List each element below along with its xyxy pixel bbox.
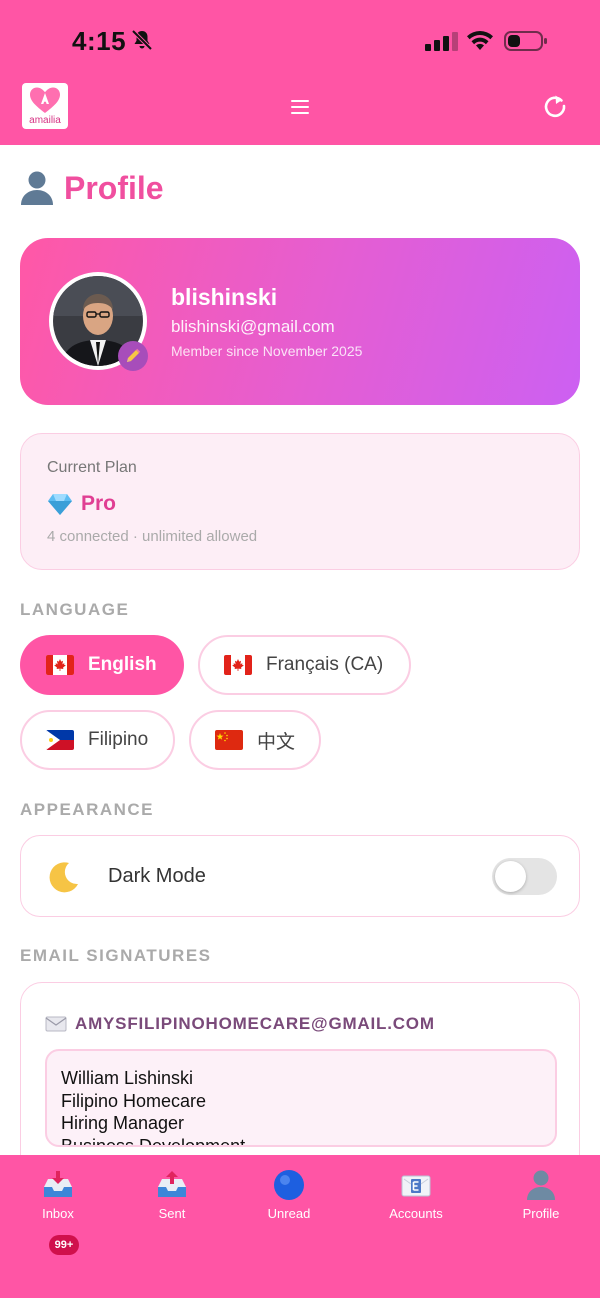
tab-label-unread: Unread (267, 1206, 311, 1221)
philippines-flag-icon (46, 730, 74, 750)
signature-line: Hiring Manager (61, 1113, 185, 1133)
language-label-french-ca: Français (CA) (266, 654, 384, 675)
signature-line: Business Development (61, 1135, 246, 1147)
inbox-tray-icon (44, 1171, 72, 1197)
language-option-chinese[interactable]: 中文 (189, 710, 321, 770)
member-since: Member since November 2025 (171, 343, 363, 359)
profile-username: blishinski (171, 284, 278, 310)
tab-label-accounts: Accounts (389, 1206, 443, 1221)
dark-mode-toggle[interactable] (492, 858, 557, 895)
appearance-heading: APPEARANCE (20, 800, 155, 819)
app-logo[interactable]: amailia (22, 83, 68, 129)
edit-avatar-button[interactable] (118, 341, 148, 371)
dark-mode-row: Dark Mode (20, 835, 580, 917)
canada-flag-icon (224, 655, 252, 675)
signature-account-email: AMYSFILIPINOHOMECARE@GMAIL.COM (75, 1014, 435, 1033)
page-title: Profile (20, 168, 164, 208)
tab-accounts[interactable]: Accounts (361, 1169, 471, 1221)
plan-label: Current Plan (47, 459, 137, 476)
canada-flag-icon (46, 655, 74, 675)
china-flag-icon (215, 730, 243, 750)
crescent-moon-icon (49, 862, 78, 893)
tab-label-inbox: Inbox (42, 1206, 74, 1221)
signature-card: AMYSFILIPINOHOMECARE@GMAIL.COM William L… (20, 982, 580, 1182)
person-silhouette-icon (527, 1170, 555, 1200)
language-heading: LANGUAGE (20, 600, 130, 619)
plan-usage: 4 connected · unlimited allowed (47, 528, 258, 545)
cellular-signal-icon (425, 32, 458, 51)
language-option-french-ca[interactable]: Français (CA) (198, 635, 411, 695)
refresh-icon[interactable] (541, 92, 569, 120)
language-label-chinese: 中文 (257, 731, 296, 753)
tab-sent[interactable]: Sent (117, 1169, 227, 1221)
signature-textarea[interactable]: William Lishinski Filipino Homecare Hiri… (45, 1049, 557, 1147)
signature-line: Filipino Homecare (61, 1090, 207, 1111)
tab-label-sent: Sent (158, 1206, 186, 1221)
gem-icon (48, 494, 72, 515)
language-option-english[interactable]: English (20, 635, 184, 695)
language-label-english: English (88, 654, 157, 675)
email-signatures-heading: EMAIL SIGNATURES (20, 946, 212, 965)
person-silhouette-icon (21, 171, 53, 205)
logo-wordmark: amailia (29, 115, 61, 126)
page-title-text: Profile (64, 169, 164, 206)
inbox-unread-badge: 99+ (49, 1235, 79, 1255)
dark-mode-label: Dark Mode (108, 865, 206, 887)
outbox-tray-icon (158, 1171, 186, 1197)
current-plan-card[interactable]: Current Plan Pro 4 connected · unlimited… (20, 433, 580, 570)
tab-profile[interactable]: Profile (486, 1169, 596, 1221)
email-card-icon (401, 1175, 431, 1197)
blue-circle-icon (274, 1170, 304, 1200)
profile-card: blishinski blishinski@gmail.com Member s… (20, 238, 580, 405)
hamburger-menu-button[interactable] (286, 96, 314, 122)
silent-mode-icon (131, 29, 153, 51)
tab-inbox[interactable]: Inbox 99+ (3, 1169, 113, 1255)
pencil-icon (127, 348, 141, 362)
status-bar: 4:15 (0, 0, 600, 80)
app-header: amailia (0, 80, 600, 145)
toggle-knob (495, 861, 526, 892)
tab-unread[interactable]: Unread (234, 1169, 344, 1221)
profile-email: blishinski@gmail.com (171, 317, 335, 336)
status-time: 4:15 (72, 26, 127, 56)
language-label-filipino: Filipino (88, 729, 149, 750)
tab-label-profile: Profile (522, 1206, 560, 1221)
language-option-filipino[interactable]: Filipino (20, 710, 175, 770)
wifi-icon (467, 31, 493, 50)
envelope-icon (45, 1016, 67, 1032)
logo-heart-icon (30, 87, 60, 113)
battery-icon (504, 31, 547, 51)
plan-name: Pro (81, 492, 117, 515)
signature-line: William Lishinski (61, 1068, 194, 1088)
bottom-tab-bar: Inbox 99+ Sent Unread Accounts Profile (0, 1155, 600, 1298)
